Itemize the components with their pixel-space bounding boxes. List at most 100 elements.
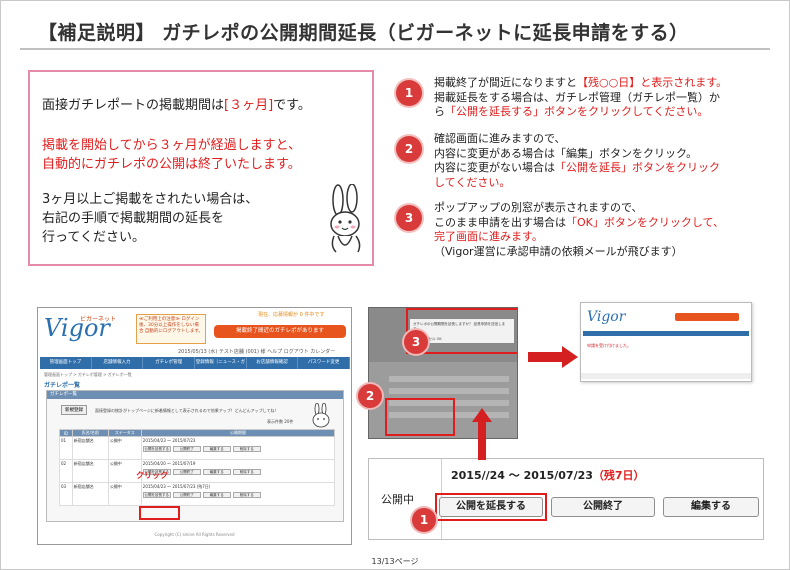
step-1-line3-pre: ら	[434, 105, 445, 118]
info-box: 面接ガチレポートの掲載期間は[３ヶ月]です。 掲載を開始してから３ヶ月が経過しま…	[28, 70, 374, 266]
form-row	[389, 376, 509, 382]
remaining-days: （残7日）	[592, 469, 645, 482]
step-1-text: 掲載終了が間近になりますと【残○○日】と表示されます。 掲載延長をする場合は、ガ…	[434, 76, 774, 120]
nav-item[interactable]: お店舗情報確認	[247, 357, 299, 369]
row-status: 公開中	[107, 482, 142, 506]
row-id: 03	[59, 482, 73, 506]
row-name: 新宿店舗名	[71, 459, 109, 483]
step-2-line3-pre: 内容に変更がない場合は	[434, 161, 555, 174]
page-title: 【補足説明】 ガチレポの公開期間延長（ビガーネットに延長申請をする）	[38, 22, 689, 44]
row-period: 2015/04/23 〜 2015/07/23	[142, 438, 196, 443]
section-title: ガチレポ一覧	[44, 382, 81, 389]
highlight-box	[385, 398, 455, 436]
info-extend-line1: 3ヶ月以上ご掲載をされたい場合は、	[42, 192, 259, 207]
info-auto-end-text: 掲載を開始してから３ヶ月が経過しますと、 自動的にガチレポの公開は終了いたします。	[42, 136, 301, 174]
row-period-cell: 2015/04/20 〜 2015/07/19 公開を延長する 公開終了 編集する 削除…	[140, 459, 336, 483]
highlight-box	[139, 506, 180, 520]
step-2-line1: 確認画面に進みますので、	[434, 132, 566, 145]
step-3-text: ポップアップの別窓が表示されますので、 このまま申請を出す場合は「OK」ボタンを…	[434, 201, 774, 259]
row-period-cell: 2015/04/23 〜 2015/07/23 (残7日) 公開を延長する 公開終了…	[140, 482, 336, 506]
step-3-note: （Vigor運営に承認申請の依頼メールが飛びます）	[434, 244, 683, 258]
step-2-badge: 2	[396, 136, 422, 162]
info-period-highlight: [３ヶ月]	[224, 98, 274, 113]
per-page-select[interactable]: 表示件数 20件	[267, 419, 293, 425]
row-id: 02	[59, 459, 73, 483]
step-3-badge: 3	[396, 205, 422, 231]
header-button[interactable]	[675, 313, 739, 321]
step-3-line3: 完了画面に進みます。	[434, 230, 543, 243]
status-label: 公開中	[381, 493, 414, 506]
row-period: 2015/04/20 〜 2015/07/19	[142, 461, 196, 466]
rabbit-mascot-icon	[330, 184, 361, 253]
screenshot-gachirepo-list: Vigor ビガーネット ≪ご利用上の注意≫ ログイン後、30分以上操作をしない場…	[37, 307, 352, 545]
info-extend-line2: 右記の手順で掲載期間の延長を	[42, 211, 225, 226]
period-text: 2015//24 〜 2015/07/23（残7日）	[451, 467, 645, 483]
edit-button[interactable]: 編集する	[663, 497, 759, 517]
form-row	[389, 388, 509, 394]
list-panel: ガチレポ一覧 新規登録 面接登録の統計がトップページに新着情報として表示されるの…	[46, 390, 344, 522]
table-row: 02 新宿店舗名 公開中 2015/04/20 〜 2015/07/19 公開を延…	[59, 459, 336, 483]
arrow-right-icon	[528, 346, 578, 368]
nav-item[interactable]: 店舗情報入力	[92, 357, 144, 369]
extend-button[interactable]: 公開を延長する	[142, 492, 171, 498]
info-auto-end-line1: 掲載を開始してから３ヶ月が経過しますと、	[42, 138, 302, 153]
step-2-line4: してください。	[434, 175, 511, 189]
edit-button[interactable]: 編集する	[202, 446, 231, 452]
vigor-logo-sub: ビガーネット	[80, 316, 117, 323]
info-auto-end-line2: 自動的にガチレポの公開は終了いたします。	[42, 157, 301, 172]
new-registration-button[interactable]: 新規登録	[61, 405, 87, 415]
click-label: クリック	[136, 471, 168, 480]
step-2-text: 確認画面に進みますので、 内容に変更がある場合は「編集」ボタンをクリック。 内容…	[434, 132, 774, 190]
end-publication-button[interactable]: 公開終了	[551, 497, 655, 517]
callout-badge-1: 1	[412, 508, 436, 532]
breadcrumb: 管理画面トップ > ガチレポ管理 > ガチレポ一覧	[44, 372, 132, 377]
delete-button[interactable]: 削除する	[232, 492, 261, 498]
table-row: 01 新宿店舗名 公開中 2015/04/23 〜 2015/07/23 公開を延…	[59, 436, 336, 460]
delete-button[interactable]: 削除する	[232, 446, 261, 452]
row-name: 新宿店舗名	[71, 482, 109, 506]
step-3-ok-instruction: 「OK」ボタンをクリックして、	[566, 215, 724, 229]
column-header: ステータス	[107, 429, 142, 437]
nav-item[interactable]: 管理画面トップ	[40, 357, 92, 369]
step-3-line1: ポップアップの別窓が表示されますので、	[434, 201, 643, 214]
info-extend-text: 3ヶ月以上ご掲載をされたい場合は、 右記の手順で掲載期間の延長を 行ってください。	[42, 190, 258, 247]
copyright: Copyright (C) smine All Rights Reserved	[154, 532, 235, 537]
panel-header: ガチレポ一覧	[47, 391, 343, 399]
expiring-soon-button[interactable]: 掲載終了間近のガチレポがあります	[214, 325, 346, 338]
delete-button[interactable]: 削除する	[232, 469, 261, 475]
info-extend-line3: 行ってください。	[42, 230, 145, 245]
complete-message: 申請を受け付けました。	[587, 343, 631, 348]
edit-button[interactable]: 編集する	[202, 469, 231, 475]
row-period: 2015/04/23 〜 2015/07/23 (残7日)	[142, 484, 211, 489]
nav-item[interactable]: 登録情報（ニュース・ガチレポなど）	[195, 357, 247, 377]
step-1-line2: 掲載延長をする場合は、ガチレポ管理（ガチレポ一覧）か	[434, 90, 720, 104]
user-line: 2015/05/13 (水) テスト店舗 (001) 様 ヘルプ ログアウト カ…	[178, 349, 336, 355]
panel-description: 面接登録の統計がトップページに新着情報として表示されるので効果アップ！どんどんア…	[95, 408, 279, 413]
info-period-text: 面接ガチレポートの掲載期間は[３ヶ月]です。	[42, 96, 311, 115]
extend-button[interactable]: 公開を延長する	[142, 446, 171, 452]
end-button[interactable]: 公開終了	[172, 492, 201, 498]
nav-item[interactable]: ガチレポ管理	[143, 357, 196, 369]
vigor-logo: Vigor	[587, 309, 626, 325]
nav-item[interactable]: パスワード変更	[298, 357, 351, 369]
column-header: 氏名/名前	[71, 429, 109, 437]
footer-bar	[581, 373, 751, 379]
end-button[interactable]: 公開終了	[172, 446, 201, 452]
end-button[interactable]: 公開終了	[172, 469, 201, 475]
row-id: 01	[59, 436, 73, 460]
column-header: 公開期間	[140, 429, 336, 437]
step-1-extend-instruction: 「公開を延長する」ボタンをクリックしてください。	[445, 105, 709, 118]
info-period-post: です。	[273, 98, 311, 113]
edit-button[interactable]: 編集する	[202, 492, 231, 498]
application-count: 現在、応募情報が 0 件中です	[258, 312, 325, 318]
gachirepo-table: ID 氏名/名前 ステータス 公開期間 01 新宿店舗名 公開中 2015/04…	[59, 429, 336, 506]
row-period-cell: 2015/04/23 〜 2015/07/23 公開を延長する 公開終了 編集する 削除…	[140, 436, 336, 460]
table-row: 03 新宿店舗名 公開中 2015/04/23 〜 2015/07/23 (残7…	[59, 482, 336, 506]
info-period-pre: 面接ガチレポートの掲載期間は	[42, 98, 225, 113]
column-header: ID	[59, 429, 73, 437]
main-nav	[583, 331, 749, 336]
vigor-logo: Vigor ビガーネット	[44, 314, 124, 358]
step-2-line2: 内容に変更がある場合は「編集」ボタンをクリック。	[434, 146, 698, 160]
screenshot-complete: Vigor 申請を受け付けました。	[580, 302, 752, 382]
step-1-remaining-label: 【残○○日】と表示されます。	[577, 76, 728, 89]
